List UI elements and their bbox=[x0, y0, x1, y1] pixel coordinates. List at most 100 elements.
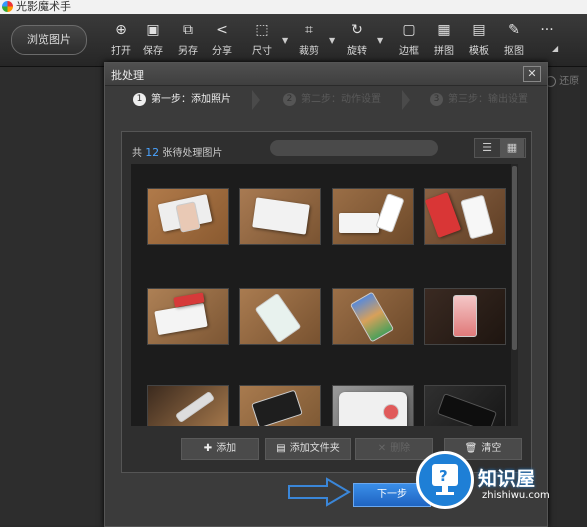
phone-box-shape bbox=[252, 197, 310, 235]
step-1-label: 第一步：添加照片 bbox=[151, 94, 231, 105]
crop-label: 裁剪 bbox=[299, 46, 319, 57]
save-as-button[interactable]: ⧉ 另存 bbox=[171, 22, 205, 57]
phone-shape bbox=[453, 295, 477, 337]
step-3-number: 3 bbox=[430, 92, 443, 106]
count-suffix: 张待处理图片 bbox=[162, 148, 223, 159]
frame-button[interactable]: ▢ 边框 bbox=[392, 22, 426, 57]
delete-label: 删除 bbox=[390, 443, 411, 454]
share-icon: < bbox=[216, 22, 228, 38]
count-value: 12 bbox=[145, 146, 160, 159]
phone-shape bbox=[254, 292, 302, 344]
grid-view-icon[interactable]: ▦ bbox=[500, 139, 524, 157]
image-thumbnail[interactable] bbox=[332, 288, 414, 345]
open-button[interactable]: ⊕ 打开 bbox=[104, 22, 138, 57]
step-2-number: 2 bbox=[283, 92, 296, 106]
image-list-panel: 共 12 张待处理图片 ☰ ▦ ✚ 添加 ▤ 添加文件夹 ✕ 删除 🗑 清空 bbox=[121, 131, 532, 473]
image-thumbnail[interactable] bbox=[332, 385, 414, 426]
phone-shape bbox=[460, 194, 494, 240]
camera-lens-shape bbox=[383, 404, 399, 420]
image-thumbnail[interactable] bbox=[239, 188, 321, 245]
phone-box-shape bbox=[154, 302, 208, 336]
phone-shape bbox=[174, 390, 216, 424]
share-label: 分享 bbox=[212, 46, 232, 57]
path-bar bbox=[270, 140, 438, 156]
watermark-logo-icon: ? bbox=[416, 451, 474, 509]
resize-icon: ⬚ bbox=[255, 22, 269, 38]
template-button[interactable]: ▤ 模板 bbox=[462, 22, 496, 57]
phone-shape bbox=[436, 393, 498, 426]
save-button[interactable]: ▣ 保存 bbox=[136, 22, 170, 57]
count-prefix: 共 bbox=[132, 148, 142, 159]
step-1: 1 第一步：添加照片 bbox=[133, 89, 231, 111]
scrollbar-thumb[interactable] bbox=[512, 166, 517, 350]
image-thumbnail[interactable] bbox=[332, 188, 414, 245]
step-3-label: 第三步：输出设置 bbox=[448, 94, 528, 105]
cutout-label: 抠图 bbox=[504, 46, 524, 57]
cutout-icon: ✎ bbox=[508, 22, 520, 38]
delete-x-icon: ✕ bbox=[377, 443, 387, 454]
restore-label: 还原 bbox=[559, 76, 580, 87]
step-separator-icon bbox=[402, 90, 410, 110]
phone-box-shape bbox=[425, 192, 462, 238]
share-button[interactable]: < 分享 bbox=[205, 22, 239, 57]
crop-dropdown-caret-icon[interactable]: ▼ bbox=[329, 36, 335, 45]
crop-button[interactable]: ⌗ 裁剪 bbox=[292, 22, 326, 57]
title-bar: 光影魔术手 bbox=[0, 0, 587, 14]
phone-shape bbox=[375, 193, 405, 233]
resize-button[interactable]: ⬚ 尺寸 bbox=[245, 22, 279, 57]
view-toggle: ☰ ▦ bbox=[474, 138, 526, 158]
thumbnail-grid[interactable] bbox=[131, 164, 511, 426]
save-as-icon: ⧉ bbox=[183, 22, 193, 38]
phone-shape bbox=[251, 389, 303, 426]
frame-label: 边框 bbox=[399, 46, 419, 57]
watermark-question-glyph: ? bbox=[439, 467, 448, 485]
browse-images-button[interactable]: 浏览图片 bbox=[11, 25, 87, 55]
step-separator-icon bbox=[252, 90, 260, 110]
step-2-label: 第二步：动作设置 bbox=[301, 94, 381, 105]
annotation-arrow-icon bbox=[288, 477, 351, 507]
add-label: 添加 bbox=[216, 443, 237, 454]
save-as-label: 另存 bbox=[178, 46, 198, 57]
watermark-title: 知识屋 bbox=[478, 468, 536, 490]
save-label: 保存 bbox=[143, 46, 163, 57]
restore-hint[interactable]: 还原 bbox=[545, 72, 579, 87]
more-icon: ··· bbox=[540, 22, 554, 38]
crop-icon: ⌗ bbox=[305, 22, 313, 38]
image-thumbnail[interactable] bbox=[147, 288, 229, 345]
resize-label: 尺寸 bbox=[252, 46, 272, 57]
add-button[interactable]: ✚ 添加 bbox=[181, 438, 259, 460]
rotate-dropdown-caret-icon[interactable]: ▼ bbox=[377, 36, 383, 45]
app-title: 光影魔术手 bbox=[16, 0, 71, 13]
thumbnail-scrollbar[interactable] bbox=[511, 164, 518, 426]
image-thumbnail[interactable] bbox=[147, 385, 229, 426]
dialog-title: 批处理 bbox=[111, 69, 144, 82]
open-label: 打开 bbox=[111, 46, 131, 57]
add-folder-label: 添加文件夹 bbox=[289, 443, 340, 454]
rotate-label: 旋转 bbox=[347, 46, 367, 57]
step-1-number: 1 bbox=[133, 92, 146, 106]
template-icon: ▤ bbox=[472, 22, 486, 38]
image-thumbnail[interactable] bbox=[147, 188, 229, 245]
phone-shape bbox=[349, 291, 395, 343]
watermark: ? 知识屋 zhishiwu.com bbox=[416, 451, 584, 511]
collage-icon: ▦ bbox=[437, 22, 451, 38]
image-thumbnail[interactable] bbox=[424, 288, 506, 345]
image-count: 共 12 张待处理图片 bbox=[132, 144, 222, 159]
toolbar-expand-icon[interactable]: ◢ bbox=[552, 44, 558, 53]
list-view-icon[interactable]: ☰ bbox=[475, 139, 499, 157]
close-icon[interactable]: ✕ bbox=[523, 66, 541, 82]
collage-label: 拼图 bbox=[434, 46, 454, 57]
rotate-button[interactable]: ↻ 旋转 bbox=[340, 22, 374, 57]
image-thumbnail[interactable] bbox=[239, 288, 321, 345]
app-logo-icon bbox=[2, 1, 13, 12]
add-folder-button[interactable]: ▤ 添加文件夹 bbox=[265, 438, 351, 460]
image-thumbnail[interactable] bbox=[424, 188, 506, 245]
workspace-left bbox=[0, 67, 104, 525]
more-button[interactable]: ··· bbox=[530, 22, 564, 38]
collage-button[interactable]: ▦ 拼图 bbox=[427, 22, 461, 57]
image-thumbnail[interactable] bbox=[239, 385, 321, 426]
resize-dropdown-caret-icon[interactable]: ▼ bbox=[282, 36, 288, 45]
image-thumbnail[interactable] bbox=[424, 385, 506, 426]
cutout-button[interactable]: ✎ 抠图 bbox=[497, 22, 531, 57]
folder-icon: ▤ bbox=[276, 443, 286, 454]
